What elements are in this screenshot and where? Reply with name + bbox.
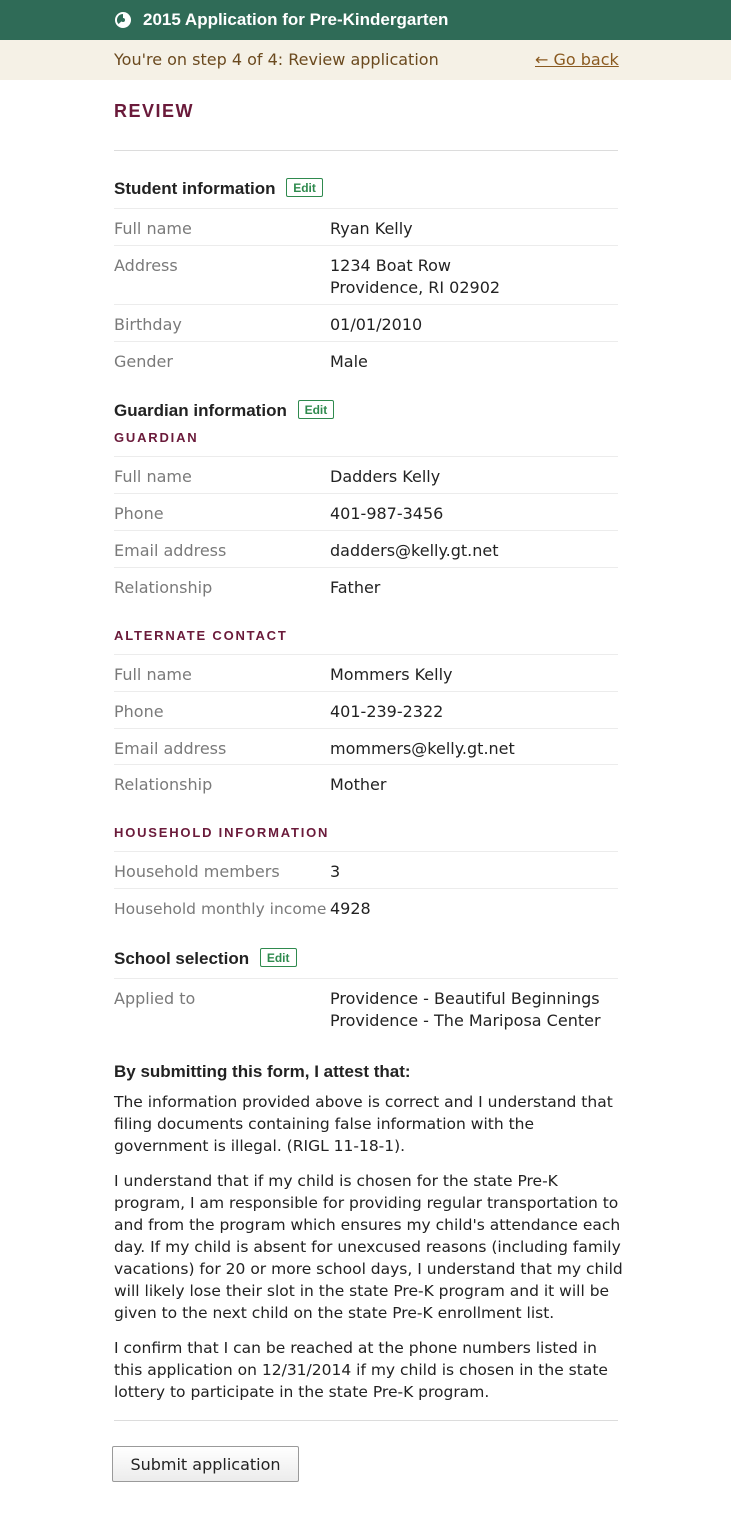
field-value: 4928 [330,899,371,918]
field-value-line2: Providence, RI 02902 [330,278,501,297]
field-label: Full name [114,467,192,486]
alternate-contact-heading: ALTERNATE CONTACT [114,628,288,643]
field-value: Providence - Beautiful Beginnings [330,989,600,1008]
edit-school-button[interactable]: Edit [259,948,297,967]
field-label: Phone [114,702,164,721]
pie-logo-icon [115,12,131,28]
field-label: Applied to [114,989,196,1008]
field-value: Dadders Kelly [330,467,441,486]
field-label: Birthday [114,315,182,334]
table-row: Full name Mommers Kelly [114,654,618,691]
table-row: Phone 401-239-2322 [114,691,618,728]
guardian-heading: GUARDIAN [114,430,199,445]
divider [114,1420,618,1421]
field-label: Household members [114,862,280,881]
app-title: 2015 Application for Pre-Kindergarten [143,10,449,29]
field-label: Full name [114,665,192,684]
field-value: 01/01/2010 [330,315,423,334]
field-value: Mother [330,775,387,794]
field-label: Email address [114,541,227,560]
table-row: Full name Ryan Kelly [114,208,618,245]
field-label: Full name [114,219,192,238]
field-value: 3 [330,862,341,881]
field-label: Relationship [114,775,213,794]
step-indicator-bar: You're on step 4 of 4: Review applicatio… [0,40,731,80]
guardian-section-title: Guardian information Edit [114,400,335,422]
field-label: Relationship [114,578,213,597]
field-value-line2: Providence - The Mariposa Center [330,1011,601,1030]
go-back-link[interactable]: ← Go back [535,50,619,70]
field-value: Father [330,578,381,597]
table-row: Gender Male [114,341,618,378]
app-header: 2015 Application for Pre-Kindergarten [0,0,731,40]
school-section-title: School selection Edit [114,948,297,970]
field-value: Mommers Kelly [330,665,453,684]
table-row: Email address mommers@kelly.gt.net [114,728,618,764]
field-value: 401-239-2322 [330,702,444,721]
table-row: Relationship Mother [114,764,618,801]
household-heading: HOUSEHOLD INFORMATION [114,825,330,840]
field-label: Address [114,256,178,275]
table-row: Email address dadders@kelly.gt.net [114,530,618,567]
field-value: dadders@kelly.gt.net [330,541,499,560]
guardian-section-label: Guardian information [114,401,287,420]
field-value: 1234 Boat Row [330,256,452,275]
field-label: Phone [114,504,164,523]
field-value: Ryan Kelly [330,219,413,238]
field-value: 401-987-3456 [330,504,444,523]
student-section-title: Student information Edit [114,178,323,200]
school-section-label: School selection [114,949,250,968]
attestation-paragraph: The information provided above is correc… [114,1093,613,1155]
edit-guardian-button[interactable]: Edit [297,400,335,419]
table-row: Relationship Father [114,567,618,604]
divider [114,150,618,151]
field-label: Household monthly income [114,900,327,918]
student-section-label: Student information [114,179,276,198]
attestation-paragraph: I confirm that I can be reached at the p… [114,1339,608,1401]
table-row: Phone 401-987-3456 [114,493,618,530]
table-row: Applied to Providence - Beautiful Beginn… [114,978,618,1038]
field-value: Male [330,352,368,371]
step-indicator-text: You're on step 4 of 4: Review applicatio… [114,50,439,69]
table-row: Household monthly income 4928 [114,888,618,925]
table-row: Household members 3 [114,851,618,888]
field-label: Gender [114,352,173,371]
submit-application-button[interactable]: Submit application [112,1446,299,1482]
field-label: Email address [114,739,227,758]
attestation-paragraph: I understand that if my child is chosen … [114,1172,623,1322]
table-row: Full name Dadders Kelly [114,456,618,493]
edit-student-button[interactable]: Edit [286,178,323,197]
table-row: Birthday 01/01/2010 [114,304,618,341]
page-title: REVIEW [114,101,195,121]
table-row: Address 1234 Boat Row Providence, RI 029… [114,245,618,304]
field-value: mommers@kelly.gt.net [330,739,515,758]
attestation-title: By submitting this form, I attest that: [114,1062,411,1081]
